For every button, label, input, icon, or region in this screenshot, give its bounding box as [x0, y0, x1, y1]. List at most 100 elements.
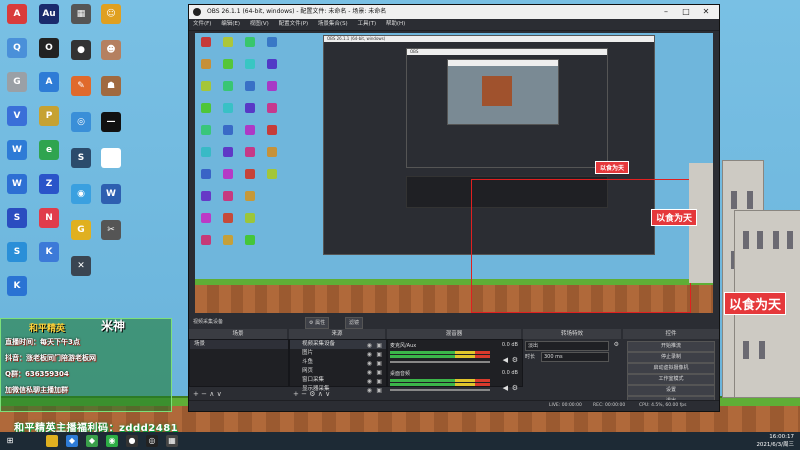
explorer-icon[interactable] — [46, 435, 58, 447]
taskbar-clock[interactable]: 16:00:17 2021/6/3/周三 — [756, 433, 794, 449]
move-up-icon[interactable]: ∧ — [209, 390, 214, 398]
maximize-icon[interactable]: □ — [677, 5, 695, 19]
gear-icon[interactable]: ⚙ — [512, 384, 518, 392]
source-item[interactable]: 图片 ◉ ▣ — [290, 349, 386, 358]
desktop-icon[interactable]: ☗ — [96, 76, 126, 96]
duration-field[interactable]: 300 ms — [541, 352, 609, 362]
app-icon: ● — [71, 40, 91, 60]
app-icon[interactable]: ▦ — [166, 435, 178, 447]
desktop-icon[interactable]: Z — [34, 174, 64, 194]
studio-mode-button[interactable]: 工作室模式 — [627, 374, 715, 385]
app-icon: O — [39, 38, 59, 58]
preview-mirror-icon — [223, 147, 233, 157]
app-icon[interactable]: ◆ — [86, 435, 98, 447]
desktop-icon[interactable]: Au — [34, 4, 64, 24]
properties-button[interactable]: ⚙ 属性 — [305, 317, 330, 329]
stop-recording-button[interactable]: 停止录制 — [627, 352, 715, 363]
menu-edit[interactable]: 编辑(E) — [221, 21, 240, 27]
desktop-icon[interactable]: N — [34, 208, 64, 228]
minimize-icon[interactable]: – — [657, 5, 675, 19]
app-icon: G — [71, 220, 91, 240]
desktop-icon[interactable]: Q — [2, 38, 32, 58]
desktop-icon[interactable]: G — [66, 220, 96, 240]
source-item[interactable]: 斗鱼 ◉ ▣ — [290, 358, 386, 367]
remove-source-icon[interactable]: − — [301, 390, 307, 398]
desktop-icon[interactable]: ☺ — [96, 4, 126, 24]
desktop-icon[interactable]: ✂ — [96, 220, 126, 240]
lock-icon[interactable]: ▣ — [376, 386, 382, 395]
desktop-icon[interactable]: ● — [66, 40, 96, 60]
desktop-icon[interactable]: — — [96, 112, 126, 132]
desktop-icon[interactable]: G — [2, 72, 32, 92]
desktop-icon[interactable]: ☻ — [96, 40, 126, 60]
desktop-icon[interactable]: ◉ — [66, 184, 96, 204]
desktop-icon[interactable]: A — [34, 72, 64, 92]
menu-scene-collection[interactable]: 场景集合(S) — [318, 21, 348, 27]
windows-start-icon[interactable]: ⊞ — [4, 435, 16, 447]
desktop-icon[interactable]: S — [66, 148, 96, 168]
source-item[interactable]: 窗口采集 ◉ ▣ — [290, 376, 386, 385]
menu-help[interactable]: 帮助(H) — [386, 21, 405, 27]
desktop-icon[interactable]: ▭ — [96, 148, 126, 168]
scene-item[interactable]: 场景 — [190, 340, 288, 349]
desktop-icon[interactable]: ◎ — [66, 112, 96, 132]
transition-settings-icon[interactable]: ⚙ — [614, 341, 619, 348]
start-streaming-button[interactable]: 开始推流 — [627, 341, 715, 352]
move-down-icon[interactable]: ∨ — [217, 390, 222, 398]
desktop-icon[interactable]: ✎ — [66, 76, 96, 96]
selection-bounding-box[interactable] — [471, 179, 691, 313]
obs-titlebar[interactable]: OBS 26.1.1 (64-bit, windows) - 配置文件: 未命名… — [189, 5, 719, 19]
scenes-list[interactable]: 场景 — [189, 339, 289, 387]
desktop-icon[interactable]: S — [2, 208, 32, 228]
settings-button[interactable]: 设置 — [627, 385, 715, 396]
gear-icon[interactable]: ⚙ — [512, 356, 518, 364]
desktop-icon[interactable]: P — [34, 106, 64, 126]
close-icon[interactable]: ✕ — [697, 5, 715, 19]
desktop-icon[interactable]: A — [2, 4, 32, 24]
source-toolbar-label: 视频采集设备 — [193, 319, 224, 325]
obs-window[interactable]: OBS 26.1.1 (64-bit, windows) - 配置文件: 未命名… — [188, 4, 720, 412]
desktop-icon[interactable]: e — [34, 140, 64, 160]
scenes-toolbar: + − ∧ ∨ — [193, 389, 222, 399]
preview-mirror-icon — [201, 125, 211, 135]
desktop-icon[interactable]: W — [96, 184, 126, 204]
volume-slider[interactable] — [390, 361, 490, 363]
wechat-icon[interactable]: ◉ — [106, 435, 118, 447]
transition-select[interactable]: 淡出 — [525, 341, 609, 351]
desktop-icon[interactable]: S — [2, 242, 32, 262]
sources-list[interactable]: 视频采集设备 ◉ ▣ 图片 ◉ ▣ 斗鱼 ◉ ▣ 网页 ◉ ▣ 窗口采集 ◉ ▣ 显示器采集 ◉ ▣ — [289, 339, 387, 394]
remove-scene-icon[interactable]: − — [201, 390, 207, 398]
obs-preview[interactable]: OBS 26.1.1 (64-bit, windows) OBS 以食为天 以食… — [195, 33, 713, 313]
desktop-icon[interactable]: K — [34, 242, 64, 262]
source-item[interactable]: 视频采集设备 ◉ ▣ — [290, 340, 386, 349]
speaker-icon[interactable]: ◀ — [503, 356, 508, 364]
menu-tools[interactable]: 工具(T) — [357, 21, 376, 27]
menu-file[interactable]: 文件(F) — [193, 21, 211, 27]
source-item[interactable]: 网页 ◉ ▣ — [290, 367, 386, 376]
desktop-icon[interactable]: ✕ — [66, 256, 96, 276]
source-settings-icon[interactable]: ⚙ — [309, 390, 315, 398]
add-source-icon[interactable]: + — [293, 390, 299, 398]
add-scene-icon[interactable]: + — [193, 390, 199, 398]
move-down-icon[interactable]: ∨ — [325, 390, 330, 398]
speaker-icon[interactable]: ◀ — [503, 384, 508, 392]
app-icon[interactable]: ◆ — [66, 435, 78, 447]
menu-view[interactable]: 视图(V) — [250, 21, 269, 27]
volume-slider[interactable] — [390, 389, 490, 391]
desktop-icon[interactable]: O — [34, 38, 64, 58]
obs-taskbar-icon[interactable]: ◎ — [146, 435, 158, 447]
desktop-icon[interactable]: W — [2, 140, 32, 160]
filters-button[interactable]: 滤镜 — [345, 317, 364, 329]
desktop-icon[interactable]: ▦ — [66, 4, 96, 24]
desktop-icon[interactable]: W — [2, 174, 32, 194]
visibility-icon[interactable]: ◉ — [367, 386, 372, 395]
preview-mirror-icon — [223, 59, 233, 69]
menu-profile[interactable]: 配置文件(P) — [279, 21, 309, 27]
preview-mirror-icon — [245, 37, 255, 47]
app-icon[interactable]: ● — [126, 435, 138, 447]
app-icon: K — [7, 276, 27, 296]
desktop-icon[interactable]: K — [2, 276, 32, 296]
desktop-icon[interactable]: V — [2, 106, 32, 126]
move-up-icon[interactable]: ∧ — [318, 390, 323, 398]
start-virtual-camera-button[interactable]: 启动虚拟摄像机 — [627, 363, 715, 374]
